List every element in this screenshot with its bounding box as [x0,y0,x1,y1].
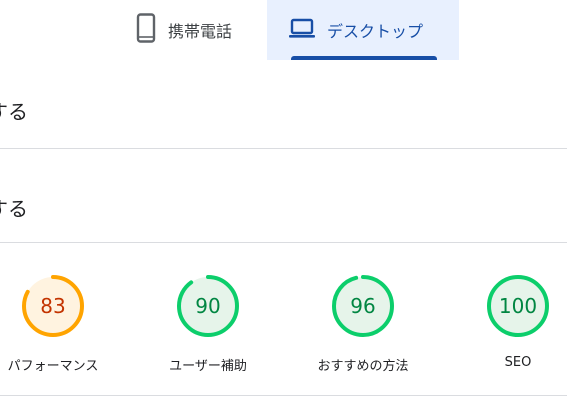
tab-desktop-label: デスクトップ [327,22,424,41]
gauge-ring: 96 [332,275,394,337]
device-tabs: 携帯電話 デスクトップ [0,0,567,60]
gauge-ring: 100 [487,275,549,337]
divider [0,395,567,396]
list-item-text: する [0,100,28,124]
gauge-score: 96 [350,294,375,318]
laptop-icon [289,17,315,43]
divider [0,242,567,243]
active-tab-indicator [291,56,437,60]
gauge-score: 100 [499,294,537,318]
tab-desktop[interactable]: デスクトップ [267,0,459,60]
score-gauge-accessibility[interactable]: 90 ユーザー補助 [138,273,278,374]
gauge-ring: 90 [177,275,239,337]
tab-mobile[interactable]: 携帯電話 [122,0,267,60]
gauge-ring: 83 [22,275,84,337]
gauge-label: ユーザー補助 [169,359,247,374]
score-gauge-seo[interactable]: 100 SEO [448,273,567,370]
score-gauge-performance[interactable]: 83 パフォーマンス [0,273,123,374]
phone-icon [136,13,156,47]
list-item-text: する [0,197,28,221]
divider [0,148,567,149]
tab-mobile-label: 携帯電話 [168,22,233,41]
gauge-label: おすすめの方法 [317,359,409,374]
gauge-label: SEO [504,355,532,370]
score-gauge-best-practices[interactable]: 96 おすすめの方法 [293,273,433,374]
gauge-score: 83 [40,294,65,318]
gauge-label: パフォーマンス [7,359,99,374]
gauge-score: 90 [195,294,220,318]
